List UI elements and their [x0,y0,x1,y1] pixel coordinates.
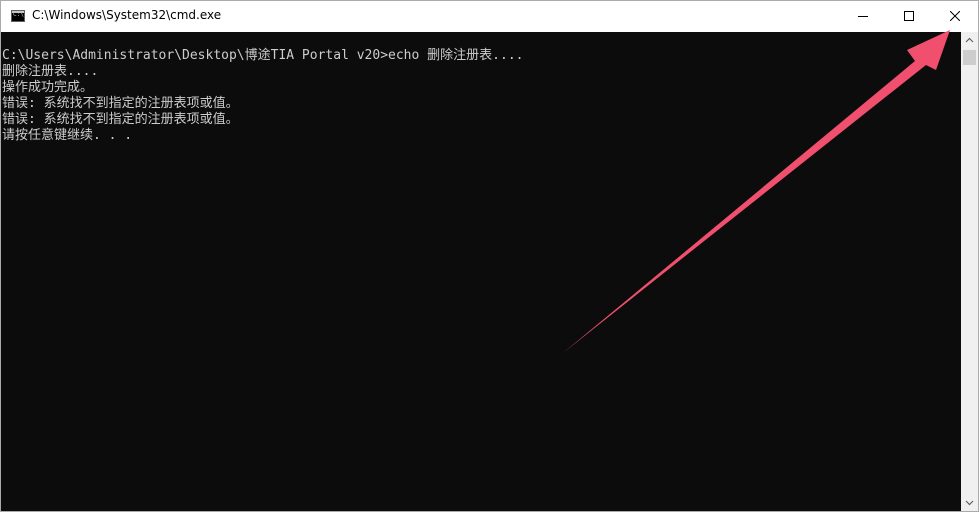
cmd-app-icon[interactable]: C:\ [11,10,25,22]
window-title: C:\Windows\System32\cmd.exe [32,8,222,22]
console-line-press-key: 请按任意键继续. . . [2,128,133,143]
chevron-up-icon [965,37,974,43]
icon-prompt-text: C:\ [13,11,24,18]
console-output[interactable]: C:\Users\Administrator\Desktop\博途TIA Por… [1,32,961,511]
console-line-command: C:\Users\Administrator\Desktop\博途TIA Por… [2,48,524,63]
console-line-echo-output: 删除注册表.... [2,64,99,79]
vertical-scrollbar[interactable] [961,32,978,511]
chevron-down-icon [965,500,974,506]
scroll-down-button[interactable] [961,494,978,511]
scroll-thumb[interactable] [963,50,976,65]
close-icon [950,11,960,21]
close-button[interactable] [932,1,978,32]
minimize-icon [858,16,868,17]
console-line-success: 操作成功完成。 [2,80,94,95]
maximize-icon [904,11,914,21]
title-bar[interactable]: C:\ C:\Windows\System32\cmd.exe [1,1,978,32]
cmd-window: C:\ C:\Windows\System32\cmd.exe C:\Users… [0,0,979,512]
maximize-button[interactable] [886,1,932,32]
minimize-button[interactable] [840,1,886,32]
scroll-up-button[interactable] [961,32,978,49]
console-line-error-2: 错误: 系统找不到指定的注册表项或值。 [2,112,239,127]
console-line-error-1: 错误: 系统找不到指定的注册表项或值。 [2,96,239,111]
